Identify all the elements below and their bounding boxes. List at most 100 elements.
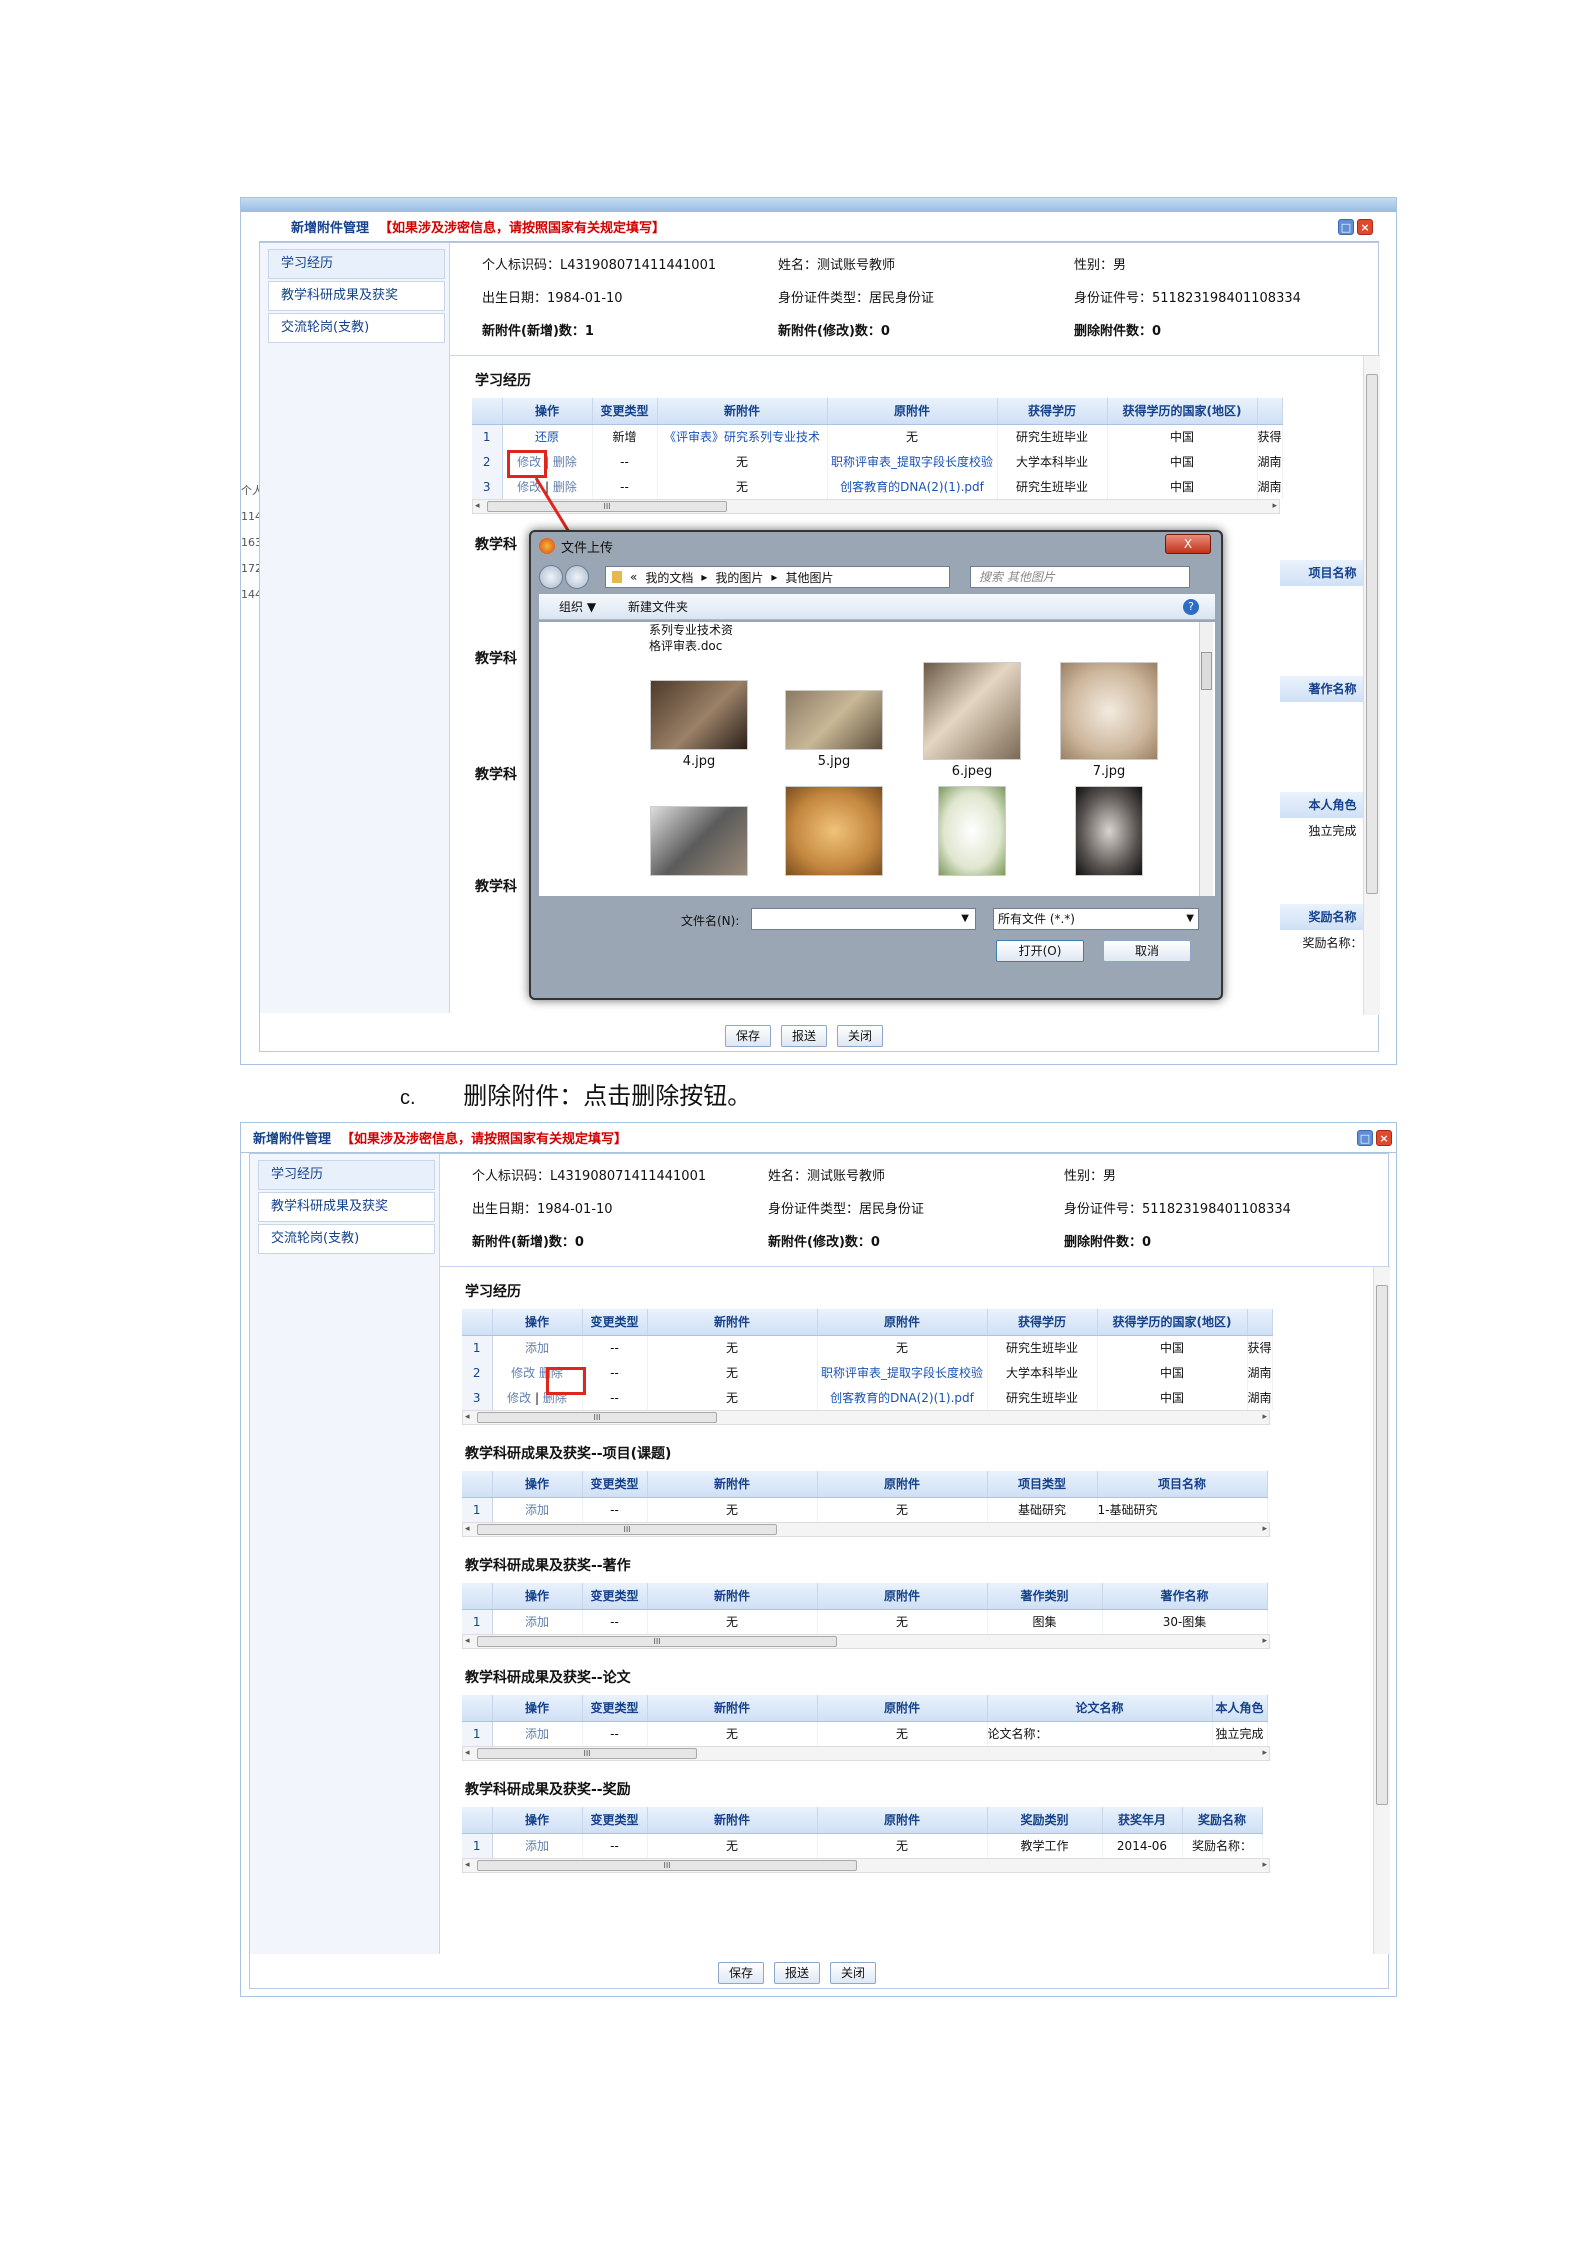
file-thumb[interactable]: 6.jpeg [922,662,1022,779]
save-button[interactable]: 保存 [725,1025,772,1047]
submit-button[interactable]: 报送 [781,1025,828,1047]
table-row: 1 添加 -- 无无论文名称： 独立完成 [462,1721,1268,1746]
table-row: 2 修改 | 删除 -- 无职称评审表_提取字段长度校验 大学本科毕业 中国 湖南 [472,449,1283,474]
maximize-icon[interactable]: □ [1357,1129,1373,1146]
close-button[interactable]: 关闭 [837,1025,884,1047]
h-scrollbar[interactable]: ◂ III ▸ [472,499,1280,514]
button-bar: 保存 报送 关闭 [725,1025,884,1047]
file-list-scrollbar[interactable] [1199,622,1213,896]
path-box[interactable]: «我的文档 ▸ 我的图片 ▸ 其他图片 [605,566,950,588]
sidebar-item-study[interactable]: 学习经历 [258,1160,435,1190]
table-row: 1 添加 -- 无无教学工作 2014-06 奖励名称： [462,1833,1263,1858]
h-scrollbar[interactable]: ◂ III ▸ [462,1522,1270,1537]
file-thumb[interactable]: 5.jpg [784,680,884,769]
file-thumb[interactable]: 4.jpg [649,680,749,769]
firefox-icon [539,538,555,554]
cancel-button[interactable]: 取消 [1103,940,1191,962]
section-thesis-title: 教学科研成果及获奖--论文 [465,1670,631,1686]
project-table: 操作 变更类型 新附件 原附件 项目类型 项目名称 1 添加 -- 无无基础研究 1-基础研究 [462,1471,1268,1522]
help-icon[interactable]: ? [1183,598,1199,615]
v-scrollbar[interactable] [1363,356,1380,1015]
table-row: 1 还原 新增 《评审表》研究系列专业技术无研究生班毕业 中国 获得 [472,424,1283,449]
personal-info: 个人标识码：L431908071411441001 姓名：测试账号教师 性别：男 出… [472,1169,1291,1250]
h-scrollbar[interactable]: ◂ III ▸ [462,1746,1270,1761]
h-scrollbar[interactable]: ◂ III ▸ [462,1858,1270,1873]
close-icon[interactable]: × [1376,1129,1392,1146]
edit-link[interactable]: 修改 [511,1366,535,1380]
h-scrollbar[interactable]: ◂ III ▸ [462,1410,1270,1425]
window-body: 学习经历 教学科研成果及获奖 交流轮岗(支教) 个人标识码：L431908071… [249,1153,1390,1989]
v-scrollbar[interactable] [1373,1267,1390,1954]
button-bar: 保存 报送 关闭 [718,1962,877,1984]
file-list[interactable]: 系列专业技术资 格评审表.doc 4.jpg 5.jpg 6.jpeg 7.jpg [539,622,1215,896]
close-icon[interactable]: × [1357,218,1373,235]
file-thumb[interactable] [1059,786,1159,876]
delete-link[interactable]: 删除 [553,480,577,494]
save-button[interactable]: 保存 [718,1962,765,1984]
submit-button[interactable]: 报送 [774,1962,821,1984]
add-link[interactable]: 添加 [525,1341,549,1355]
edit-link[interactable]: 修改 [517,480,541,494]
caption-letter: c. [400,1087,416,1109]
sidebar: 学习经历 教学科研成果及获奖 交流轮岗(支教) [250,1154,440,1954]
sidebar-item-exchange[interactable]: 交流轮岗(支教) [258,1224,435,1254]
highlight-delete [546,1367,586,1395]
maximize-icon[interactable]: □ [1338,218,1354,235]
sidebar-item-study[interactable]: 学习经历 [268,249,445,279]
award-table: 操作 变更类型 新附件 原附件 奖励类别 获奖年月 奖励名称 1 添加 -- 无无教学工作 2014… [462,1807,1263,1858]
section-study-title: 学习经历 [465,1284,521,1300]
secret-warning: 【如果涉及涉密信息，请按照国家有关规定填写】 [379,221,666,236]
dialog-close-button[interactable]: X [1165,534,1211,554]
filetype-select[interactable]: 所有文件 (*.*) ▼ [993,908,1199,930]
add-link[interactable]: 添加 [525,1615,549,1629]
delete-link[interactable]: 删除 [553,455,577,469]
file-thumb[interactable] [922,786,1022,876]
forward-button[interactable] [565,565,589,589]
search-input[interactable]: 搜索 其他图片 [970,566,1190,588]
h-scrollbar[interactable]: ◂ III ▸ [462,1634,1270,1649]
screenshot-delete: 新增附件管理 【如果涉及涉密信息，请按照国家有关规定填写】 □ × 学习经历 教学科… [240,1122,1397,1997]
work-table: 操作 变更类型 新附件 原附件 著作类别 著作名称 1 添加 -- 无无图集 30-图集 [462,1583,1268,1634]
window-titlebar: 新增附件管理 【如果涉及涉密信息，请按照国家有关规定填写】 □ × [259,212,1379,242]
filename-input[interactable]: ▼ [751,908,976,930]
section-study-title: 学习经历 [475,373,531,389]
top-strip [241,198,1396,212]
close-button[interactable]: 关闭 [830,1962,877,1984]
open-button[interactable]: 打开(O) [996,940,1084,962]
caption-text: 删除附件：点击删除按钮。 [463,1082,752,1110]
table-row: 1 添加 -- 无无基础研究 1-基础研究 [462,1497,1268,1522]
table-row: 3 修改 | 删除 -- 无创客教育的DNA(2)(1).pdf 研究生班毕业 中国 湖南 [472,474,1283,499]
sidebar-item-exchange[interactable]: 交流轮岗(支教) [268,313,445,343]
edit-link[interactable]: 修改 [507,1391,531,1405]
dialog-toolbar: 组织 ▼ 新建文件夹 ? [539,594,1215,620]
file-thumb[interactable] [649,806,749,876]
new-folder-button[interactable]: 新建文件夹 [628,598,688,615]
study-table: 操作 变更类型 新附件 原附件 获得学历 获得学历的国家(地区) 1 还原 新增 《评审表》研究… [472,398,1283,499]
add-link[interactable]: 添加 [525,1839,549,1853]
sidebar-item-research[interactable]: 教学科研成果及获奖 [268,281,445,311]
back-button[interactable] [539,565,563,589]
section-project-title: 教学科研成果及获奖--项目(课题) [465,1446,672,1462]
sidebar: 学习经历 教学科研成果及获奖 交流轮岗(支教) [260,243,450,1013]
personal-info: 个人标识码：L431908071411441001 姓名：测试账号教师 性别：男 出… [482,258,1301,339]
dialog-title: 文件上传 [561,540,614,556]
organize-menu[interactable]: 组织 ▼ [559,598,596,615]
sidebar-item-research[interactable]: 教学科研成果及获奖 [258,1192,435,1222]
table-row: 1 添加 -- 无无研究生班毕业 中国 获得 [462,1335,1273,1360]
address-bar: «我的文档 ▸ 我的图片 ▸ 其他图片 搜索 其他图片 [539,564,1215,590]
file-thumb[interactable] [784,786,884,876]
caption: c. 删除附件：点击删除按钮。 [400,1076,751,1111]
restore-link[interactable]: 还原 [535,430,559,444]
partial-file-name: 系列专业技术资 格评审表.doc [649,623,734,653]
window-title: 新增附件管理 [291,221,370,236]
folder-icon [612,571,622,583]
thesis-table: 操作 变更类型 新附件 原附件 论文名称 本人角色 1 添加 -- 无无论文名称： 独立完成 [462,1695,1268,1746]
window-titlebar: 新增附件管理 【如果涉及涉密信息，请按照国家有关规定填写】 □ × [241,1123,1396,1153]
add-link[interactable]: 添加 [525,1503,549,1517]
screenshot-upload: 新增附件管理 【如果涉及涉密信息，请按照国家有关规定填写】 □ × 个人 114 163… [240,197,1397,1065]
file-upload-dialog: 文件上传 X «我的文档 ▸ 我的图片 ▸ 其他图片 搜索 其他图片 组织 ▼ 新建文件… [529,530,1223,1000]
file-thumb[interactable]: 7.jpg [1059,662,1159,779]
section-award-title: 教学科研成果及获奖--奖励 [465,1782,631,1798]
table-row: 1 添加 -- 无无图集 30-图集 [462,1609,1268,1634]
add-link[interactable]: 添加 [525,1727,549,1741]
